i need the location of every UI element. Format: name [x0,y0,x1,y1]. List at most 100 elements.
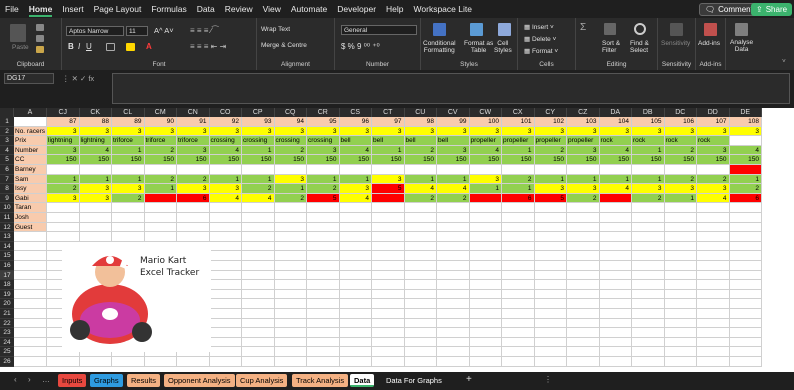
table-cell[interactable] [144,222,177,233]
table-cell[interactable]: 1 [79,174,112,185]
table-cell[interactable] [567,357,600,367]
format-painter-icon[interactable] [36,46,44,53]
insert-button[interactable]: ▦ Insert ˅ [524,23,554,31]
table-cell[interactable] [632,213,665,223]
row-label-cell[interactable] [14,117,47,127]
table-cell[interactable] [274,309,307,319]
table-cell[interactable]: 3 [177,184,210,194]
row-header-6[interactable]: 6 [0,165,14,175]
table-cell[interactable] [599,299,632,309]
table-cell[interactable] [274,222,307,233]
column-header-cv[interactable]: CV [437,108,470,117]
collapse-ribbon-icon[interactable]: ˅ [782,58,786,65]
table-cell[interactable]: 2 [144,145,177,156]
table-cell[interactable] [534,222,567,233]
table-cell[interactable] [404,270,437,281]
table-cell[interactable] [339,299,372,309]
table-cell[interactable]: 1 [307,174,340,185]
table-cell[interactable]: 105 [632,117,665,127]
table-cell[interactable]: 3 [177,126,210,137]
table-cell[interactable] [372,357,405,367]
table-cell[interactable]: 3 [567,126,600,137]
table-cell[interactable] [209,232,242,242]
tab-data-for-graphs[interactable]: Data For Graphs [382,374,446,387]
table-cell[interactable] [47,232,80,242]
sensitivity-icon[interactable] [670,23,683,36]
autosum-icon[interactable]: Σ [580,22,586,33]
font-color-icon[interactable]: A [146,42,152,51]
table-cell[interactable] [599,280,632,290]
table-cell[interactable]: 6 [177,193,210,204]
table-cell[interactable] [664,270,697,281]
table-cell[interactable] [274,251,307,261]
table-cell[interactable]: 2 [437,193,470,204]
table-cell[interactable] [632,270,665,281]
table-cell[interactable] [209,203,242,213]
name-box[interactable]: DG17 [4,73,54,84]
table-cell[interactable] [307,337,340,348]
number-format-select[interactable]: General [341,25,417,35]
table-cell[interactable] [729,270,762,281]
row-label-cell[interactable] [14,357,47,367]
find-select-label[interactable]: Find & Select [630,40,649,54]
table-cell[interactable] [729,328,762,338]
table-cell[interactable]: 2 [567,193,600,204]
row-header-13[interactable]: 13 [0,232,14,242]
tab-scroll-right-icon[interactable]: › [28,375,31,384]
table-cell[interactable]: 3 [404,126,437,137]
table-cell[interactable] [47,357,80,367]
table-cell[interactable] [664,357,697,367]
table-cell[interactable]: 3 [534,184,567,194]
sort-filter-icon[interactable] [604,23,616,35]
table-cell[interactable]: 4 [599,145,632,156]
row-header-22[interactable]: 22 [0,318,14,329]
table-cell[interactable] [729,309,762,319]
table-cell[interactable] [339,337,372,348]
table-cell[interactable] [177,203,210,213]
table-cell[interactable] [112,213,145,223]
table-cell[interactable] [567,280,600,290]
table-cell[interactable] [404,299,437,309]
table-cell[interactable]: 150 [729,155,762,165]
row-label-cell[interactable] [14,280,47,290]
table-cell[interactable]: 150 [599,155,632,165]
table-cell[interactable]: 4 [242,193,275,204]
table-cell[interactable] [664,309,697,319]
row-label-cell[interactable]: Barney [14,165,47,175]
table-cell[interactable] [664,280,697,290]
table-cell[interactable] [274,241,307,252]
table-cell[interactable] [729,213,762,223]
table-cell[interactable] [209,347,242,357]
table-cell[interactable]: triforce [144,136,177,146]
table-cell[interactable] [437,328,470,338]
table-cell[interactable]: 1 [209,174,242,185]
number-format-icons[interactable]: $ % 9 ⁰⁰ ⁺⁰ [341,42,380,51]
table-cell[interactable] [567,261,600,271]
table-cell[interactable] [209,309,242,319]
table-cell[interactable]: 150 [209,155,242,165]
formula-controls-icons[interactable]: ⋮ ✕ ✓ fx [62,74,94,83]
table-cell[interactable] [697,213,730,223]
table-cell[interactable] [437,222,470,233]
table-cell[interactable] [664,328,697,338]
table-cell[interactable] [372,261,405,271]
table-cell[interactable]: 3 [339,126,372,137]
row-label-cell[interactable] [14,241,47,252]
add-sheet-icon[interactable]: + [466,374,472,385]
table-cell[interactable] [697,261,730,271]
table-cell[interactable]: 1 [47,174,80,185]
row-label-cell[interactable]: Sam [14,174,47,185]
table-cell[interactable] [469,251,502,261]
table-cell[interactable] [372,213,405,223]
row-label-cell[interactable] [14,232,47,242]
table-cell[interactable]: 3 [79,126,112,137]
menu-review[interactable]: Review [220,0,258,18]
table-cell[interactable]: 4 [469,145,502,156]
column-header-co[interactable]: CO [209,108,242,117]
column-header-cp[interactable]: CP [242,108,275,117]
table-cell[interactable]: 2 [177,174,210,185]
table-cell[interactable] [469,203,502,213]
format-button[interactable]: ▦ Format ˅ [524,47,558,55]
table-cell[interactable]: 150 [567,155,600,165]
row-label-cell[interactable]: Josh [14,213,47,223]
